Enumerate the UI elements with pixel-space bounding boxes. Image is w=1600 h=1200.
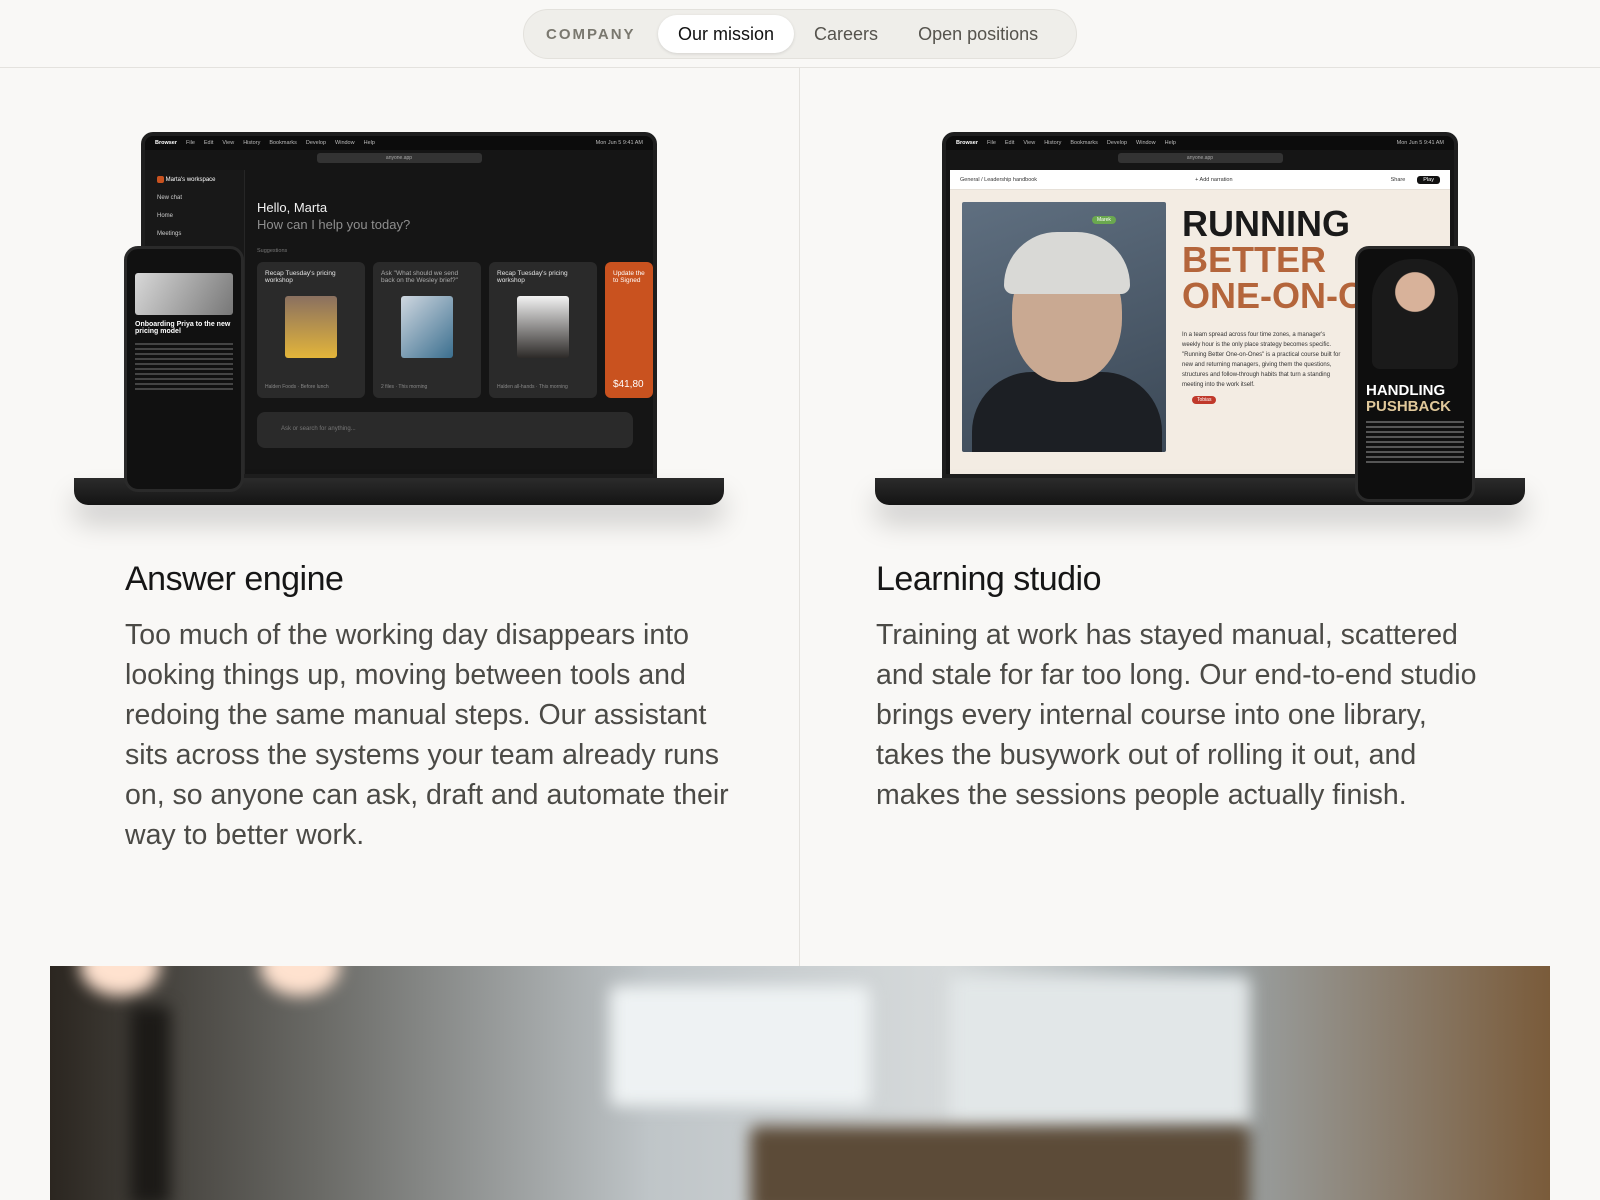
course-headline: RUNNING BETTER ONE-ON-O [1182, 203, 1366, 316]
mac-menubar: Browser File Edit View History Bookmarks De… [946, 136, 1454, 150]
company-label: COMPANY [546, 25, 636, 43]
greeting: Hello, Marta [257, 200, 328, 215]
feature-body-learning-studio: Training at work has stayed manual, scat… [876, 619, 1477, 811]
url-bar: anyone.app [316, 153, 482, 163]
suggestion-card: Recap Tuesday's pricing workshop Halden a… [489, 262, 597, 398]
suggestion-card: Update the to Signed $41,80 [605, 262, 653, 398]
tab-open-positions[interactable]: Open positions [898, 15, 1058, 53]
prompt-text: How can I help you today? [257, 217, 411, 232]
section-switcher: COMPANY Our mission Careers Open positio… [523, 9, 1077, 59]
feature-title-answer-engine: Answer engine [125, 560, 344, 598]
feature-title-learning-studio: Learning studio [876, 560, 1102, 598]
office-photo [50, 966, 1550, 1200]
mac-menubar: Browser File Edit View History Bookmarks De… [145, 136, 653, 150]
column-divider [799, 68, 800, 966]
portrait-image: Marek [962, 202, 1166, 452]
suggestion-card: Ask "What should we send back on the Wes… [373, 262, 481, 398]
top-nav: COMPANY Our mission Careers Open positio… [0, 0, 1600, 68]
ask-input: Ask or search for anything... [257, 412, 633, 448]
phone-mockup: Onboarding Priya to the new pricing mode… [124, 246, 244, 492]
tab-careers[interactable]: Careers [794, 15, 898, 53]
phone-mockup: HANDLING PUSHBACK [1355, 246, 1475, 502]
suggestion-card: Recap Tuesday's pricing workshop Halden F… [257, 262, 365, 398]
tab-our-mission[interactable]: Our mission [658, 15, 795, 53]
feature-body-answer-engine: Too much of the working day disappears i… [125, 619, 729, 851]
